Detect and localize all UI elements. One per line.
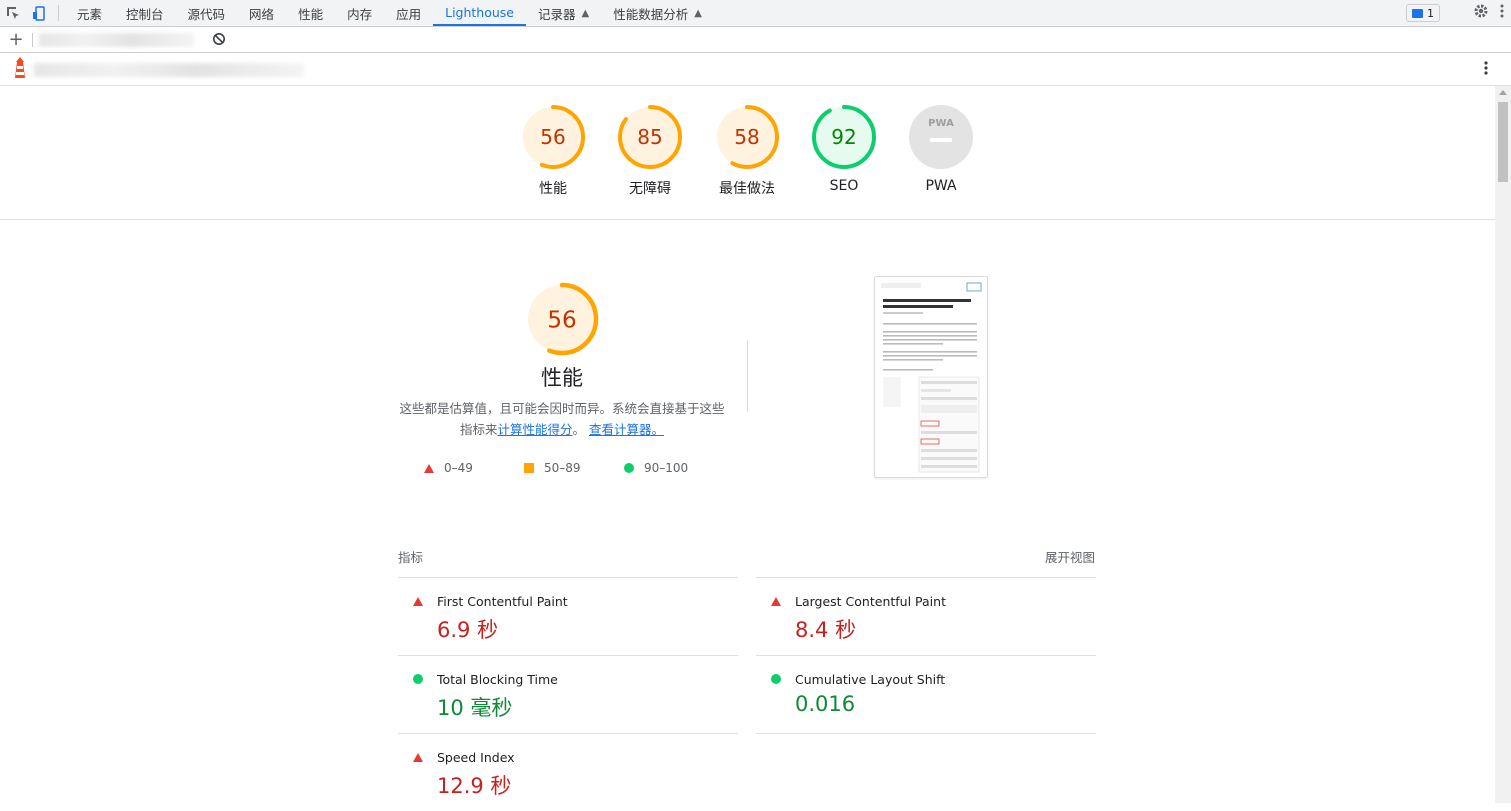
- settings-gear-icon[interactable]: [1473, 3, 1489, 23]
- experiment-flask-icon: ▲: [694, 7, 702, 19]
- report-menu-icon[interactable]: [1483, 60, 1489, 80]
- gauge-score: 58: [734, 125, 759, 149]
- scrollbar-thumb[interactable]: [1498, 102, 1508, 182]
- metric-si: Speed Index 12.9 秒: [398, 733, 738, 811]
- performance-gauge: 56: [525, 282, 599, 356]
- tab-lighthouse[interactable]: Lighthouse: [433, 0, 526, 26]
- tab-performance[interactable]: 性能: [286, 0, 335, 26]
- metric-lcp: Largest Contentful Paint 8.4 秒: [756, 577, 1096, 655]
- metric-value: 6.9 秒: [437, 618, 499, 642]
- fail-triangle-icon: [771, 597, 781, 606]
- clear-reports-icon[interactable]: [212, 31, 226, 50]
- legend-fail: 0–49: [424, 461, 524, 475]
- gauge-score: 92: [831, 125, 856, 149]
- gauge-label: 性能: [539, 181, 567, 197]
- performance-description: 这些都是估算值，且可能会因时而异。系统会直接基于这些指标来计算性能得分。 查看计…: [397, 398, 727, 440]
- gauge-ring: 85: [618, 105, 682, 169]
- tab-console[interactable]: 控制台: [114, 0, 176, 26]
- tab-recorder[interactable]: 记录器 ▲: [526, 0, 601, 26]
- fail-triangle-icon: [413, 753, 423, 762]
- expand-view-toggle[interactable]: 展开视图: [1045, 547, 1095, 566]
- pass-circle-icon: [413, 674, 423, 684]
- issues-count: 1: [1427, 6, 1434, 20]
- tab-elements[interactable]: 元素: [65, 0, 114, 26]
- summary-divider: [747, 340, 748, 412]
- lighthouse-logo-icon: [12, 56, 28, 84]
- metric-value: 10 毫秒: [437, 696, 513, 720]
- gauge-label: SEO: [829, 178, 859, 194]
- category-gauges: 56 性能 85 无障碍 58 最佳做法 92 SEO PWA PWA: [0, 86, 1495, 220]
- more-options-icon[interactable]: [1499, 3, 1505, 23]
- metric-empty-cell: [756, 733, 1096, 734]
- gauge-label: PWA: [925, 178, 957, 194]
- report-toolbar: +: [0, 28, 1511, 53]
- metric-tbt: Total Blocking Time 10 毫秒: [398, 655, 738, 733]
- pass-circle-icon: [771, 674, 781, 684]
- description-punct: 。: [572, 422, 586, 437]
- gauge-accessibility[interactable]: 85 无障碍: [605, 104, 695, 198]
- fail-triangle-icon: [424, 463, 434, 473]
- metric-fcp: First Contentful Paint 6.9 秒: [398, 577, 738, 655]
- toolbar-divider: [58, 5, 59, 21]
- svg-text:PWA: PWA: [928, 118, 954, 129]
- tab-application[interactable]: 应用: [384, 0, 433, 26]
- vertical-scrollbar[interactable]: [1495, 86, 1511, 803]
- average-square-icon: [524, 463, 534, 473]
- gauge-pwa[interactable]: PWA PWA: [896, 104, 986, 194]
- report-url-selector[interactable]: [39, 33, 194, 47]
- pwa-badge-icon: PWA: [909, 105, 973, 169]
- gauge-performance[interactable]: 56 性能: [508, 104, 598, 198]
- toolbar-divider: [32, 33, 33, 47]
- legend-pass: 90–100: [624, 461, 724, 475]
- metric-cls: Cumulative Layout Shift 0.016: [756, 655, 1096, 733]
- tab-network[interactable]: 网络: [237, 0, 286, 26]
- score-legend: 0–49 50–89 90–100: [424, 461, 724, 475]
- gauge-score: 85: [637, 125, 662, 149]
- metric-value: 12.9 秒: [437, 774, 512, 798]
- gauge-label: 最佳做法: [719, 181, 775, 197]
- calc-score-link[interactable]: 计算性能得分: [497, 422, 572, 437]
- report-topbar: [0, 54, 1511, 86]
- legend-average: 50–89: [524, 461, 624, 475]
- final-screenshot[interactable]: [874, 276, 988, 478]
- gauge-ring: 58: [715, 105, 779, 169]
- pass-circle-icon: [624, 463, 634, 473]
- tab-sources[interactable]: 源代码: [176, 0, 238, 26]
- metric-value: 0.016: [795, 692, 856, 716]
- new-report-icon[interactable]: +: [0, 31, 32, 49]
- performance-summary: 56 性能 这些都是估算值，且可能会因时而异。系统会直接基于这些指标来计算性能得…: [397, 282, 727, 440]
- inspect-element-icon[interactable]: [0, 0, 26, 26]
- metric-name: Total Blocking Time: [437, 672, 558, 687]
- gauge-score: 56: [540, 125, 565, 149]
- gauge-ring: 92: [812, 105, 876, 169]
- metrics-header: 指标 展开视图: [398, 547, 1095, 566]
- report-url: [34, 62, 304, 77]
- metric-name: First Contentful Paint: [437, 594, 568, 609]
- metric-name: Cumulative Layout Shift: [795, 672, 946, 687]
- view-calculator-link[interactable]: 查看计算器。: [589, 422, 664, 437]
- fail-triangle-icon: [413, 597, 423, 606]
- scroll-up-icon[interactable]: [1499, 90, 1507, 95]
- gauge-score: 56: [547, 307, 576, 333]
- metric-name: Largest Contentful Paint: [795, 594, 946, 609]
- gauge-best-practices[interactable]: 58 最佳做法: [702, 104, 792, 198]
- gauge-seo[interactable]: 92 SEO: [799, 104, 889, 194]
- tab-memory[interactable]: 内存: [335, 0, 384, 26]
- devtools-tabbar: 元素 控制台 源代码 网络 性能 内存 应用 Lighthouse 记录器 ▲ 性…: [0, 0, 1511, 27]
- gauge-label: 无障碍: [629, 181, 671, 197]
- metric-name: Speed Index: [437, 750, 515, 765]
- tab-performance-insights[interactable]: 性能数据分析 ▲: [601, 0, 714, 26]
- gauge-ring: 56: [521, 105, 585, 169]
- device-toolbar-icon[interactable]: [26, 0, 52, 26]
- metrics-title: 指标: [398, 550, 424, 565]
- metric-value: 8.4 秒: [795, 618, 857, 642]
- issues-badge[interactable]: 1: [1406, 4, 1440, 22]
- issue-message-icon: [1412, 8, 1423, 18]
- experiment-flask-icon: ▲: [581, 7, 590, 19]
- performance-title: 性能: [541, 366, 583, 390]
